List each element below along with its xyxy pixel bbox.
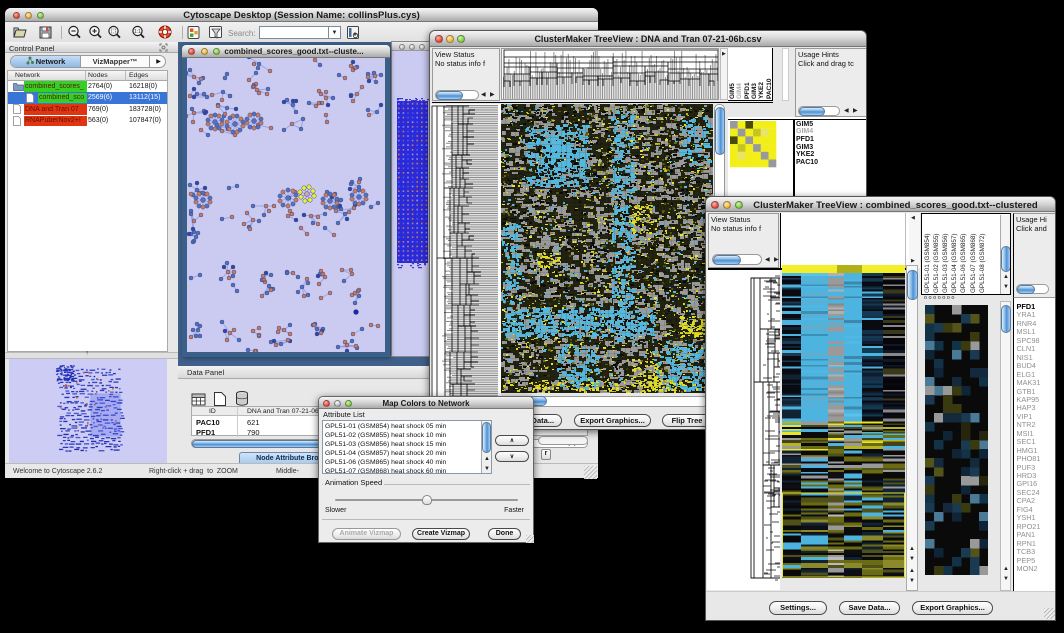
svg-text:1:1: 1:1 — [134, 29, 141, 35]
